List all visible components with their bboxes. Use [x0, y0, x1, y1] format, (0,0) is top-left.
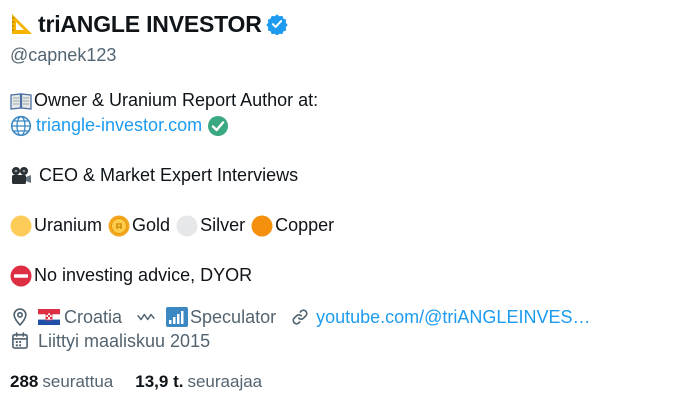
metal-copper: Copper [275, 215, 335, 235]
joined-text: Liittyi maaliskuu 2015 [38, 330, 211, 351]
verified-badge-icon[interactable] [266, 13, 288, 35]
followers-count: 13,9 t. [135, 372, 184, 391]
bio-disclaimer-text: No investing advice, DYOR [34, 265, 253, 285]
bio-website-link[interactable]: triangle-investor.com [36, 113, 202, 138]
profile-header: triANGLE INVESTOR @capnek123 Owner & Ura… [10, 10, 675, 394]
following-label: seurattua [42, 372, 114, 391]
followers-label: seuraajaa [187, 372, 263, 391]
meta-row-1: Croatia Speculator youtube.com/@triANGLE… [10, 305, 675, 329]
bio-interviews-text: CEO & Market Expert Interviews [39, 165, 299, 185]
following-link[interactable]: 288 seurattua [10, 372, 113, 392]
open-book-icon [10, 92, 32, 110]
bio-owner-text: Owner & Uranium Report Author at: [34, 90, 319, 110]
website-item[interactable]: youtube.com/@triANGLEINVES… [290, 307, 590, 328]
meta-row-2: Liittyi maaliskuu 2015 [10, 329, 675, 353]
check-mark-button-icon [208, 115, 229, 136]
metal-gold: Gold [132, 215, 171, 235]
orange-circle-icon [251, 215, 273, 236]
metal-uranium: Uranium [34, 215, 103, 235]
croatia-flag-icon [38, 309, 60, 325]
calendar-icon [12, 332, 28, 349]
occupation-text: Speculator [190, 306, 277, 327]
wave-icon [137, 313, 155, 321]
location-pin-icon [13, 308, 27, 327]
display-name: triANGLE INVESTOR [38, 10, 262, 37]
metal-silver: Silver [200, 215, 246, 235]
film-projector-icon [12, 166, 31, 184]
joined-item: Liittyi maaliskuu 2015 [10, 331, 210, 352]
user-handle: @capnek123 [10, 45, 117, 65]
follow-stats: 288 seurattua 13,9 t. seuraajaa [10, 370, 675, 394]
occupation-item: Speculator [136, 307, 276, 328]
bio-line-disclaimer: No investing advice, DYOR [10, 263, 675, 288]
name-row: triANGLE INVESTOR [10, 10, 675, 38]
bar-chart-icon [166, 307, 189, 327]
globe-icon [10, 115, 32, 136]
profile-meta: Croatia Speculator youtube.com/@triANGLE… [10, 305, 675, 353]
bio: Owner & Uranium Report Author at: triang… [10, 88, 675, 288]
bio-line-owner: Owner & Uranium Report Author at: [10, 88, 675, 113]
triangular-ruler-icon [12, 14, 32, 34]
location-item: Croatia [10, 307, 122, 328]
white-circle-icon [176, 215, 198, 236]
link-icon [292, 309, 308, 325]
following-count: 288 [10, 372, 39, 391]
bio-line-metals: Uranium Gold Silver Copper [10, 213, 675, 238]
bio-line-website: triangle-investor.com [10, 113, 675, 138]
yellow-circle-icon [10, 215, 32, 236]
bio-line-interviews: CEO & Market Expert Interviews [10, 163, 675, 188]
location-text: Croatia [64, 306, 123, 327]
gold-coin-icon [108, 215, 130, 236]
website-link[interactable]: youtube.com/@triANGLEINVES… [316, 307, 590, 328]
no-entry-icon [10, 265, 32, 286]
followers-link[interactable]: 13,9 t. seuraajaa [135, 372, 262, 392]
